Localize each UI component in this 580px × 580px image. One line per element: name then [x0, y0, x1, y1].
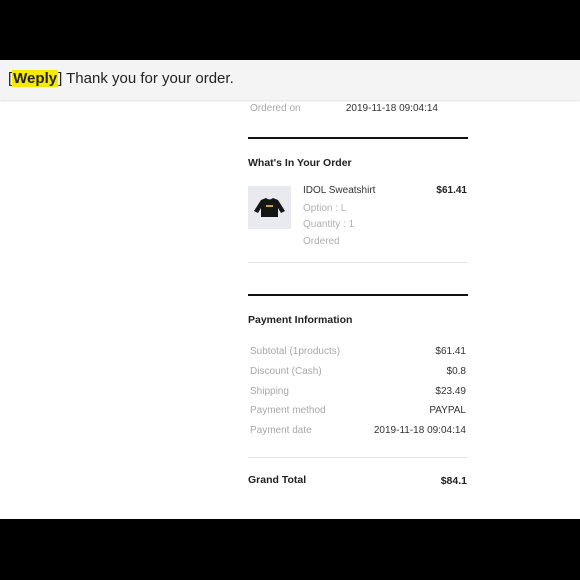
- payment-row-method: Payment method PAYPAL: [250, 405, 466, 419]
- email-subject-bar: [Weply] Thank you for your order.: [0, 60, 580, 100]
- subject-text: Thank you for your order.: [62, 70, 234, 87]
- payment-label: Payment date: [250, 425, 312, 436]
- black-sweatshirt-thumbnail-icon[interactable]: [248, 186, 291, 229]
- payment-row-date: Payment date 2019-11-18 09:04:14: [250, 425, 466, 439]
- payment-value: $0.8: [446, 366, 466, 377]
- item-status: Ordered: [303, 236, 340, 247]
- item-option: Option : L: [303, 203, 347, 214]
- payment-row-discount: Discount (Cash) $0.8: [250, 366, 466, 380]
- item-divider: [248, 262, 468, 263]
- payment-row-subtotal: Subtotal (1products) $61.41: [250, 346, 466, 360]
- payment-label: Payment method: [250, 405, 326, 416]
- payment-label: Subtotal (1products): [250, 346, 341, 357]
- payment-section-title: Payment Information: [248, 314, 353, 326]
- ordered-on-value: 2019-11-18 09:04:14: [345, 103, 438, 114]
- section-divider: [248, 137, 468, 139]
- payment-value: $23.49: [435, 386, 466, 397]
- grand-total-label: Grand Total: [248, 474, 307, 486]
- ordered-on-label: Ordered on: [250, 103, 301, 114]
- item-quantity: Quantity : 1: [303, 219, 355, 230]
- payment-value: 2019-11-18 09:04:14: [373, 425, 466, 436]
- brand-name-highlight: Weply: [12, 70, 59, 87]
- payment-row-shipping: Shipping $23.49: [250, 386, 466, 400]
- items-section-title: What's In Your Order: [248, 157, 352, 169]
- payment-value: PAYPAL: [429, 405, 466, 416]
- total-divider: [248, 457, 468, 458]
- grand-total-value: $84.1: [440, 475, 467, 487]
- payment-label: Shipping: [250, 386, 289, 397]
- email-sheet: [Weply] Thank you for your order. Ordere…: [0, 60, 580, 519]
- sweatshirt-icon: [254, 198, 285, 217]
- payment-value: $61.41: [435, 346, 466, 357]
- item-price: $61.41: [436, 185, 467, 196]
- payment-label: Discount (Cash): [250, 366, 322, 377]
- email-subject: [Weply] Thank you for your order.: [8, 70, 234, 87]
- ordered-on-row: Ordered on 2019-11-18 09:04:14: [250, 103, 468, 117]
- section-divider: [248, 294, 468, 296]
- item-name-link[interactable]: IDOL Sweatshirt: [303, 185, 375, 196]
